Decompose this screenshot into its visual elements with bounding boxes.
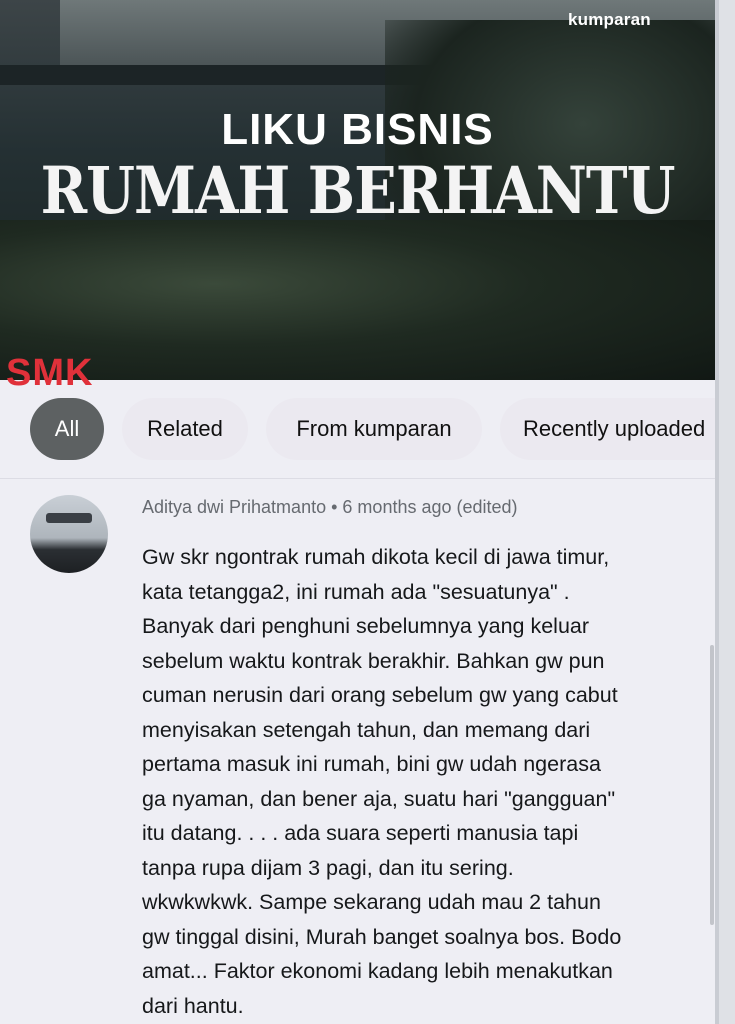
comment-line: sebelum waktu kontrak berakhir. Bahkan g… [142,648,605,673]
comment-line: ga nyaman, dan bener aja, suatu hari "ga… [142,786,616,811]
chip-related[interactable]: Related [122,398,248,460]
meta-separator: • [331,497,343,517]
chip-from-kumparan[interactable]: From kumparan [266,398,482,460]
comment-line: Gw skr ngontrak rumah dikota kecil di ja… [142,545,610,569]
comment-line: dari hantu. [142,993,244,1018]
filter-chip-bar: All Related From kumparan Recently uploa… [0,398,715,464]
chip-all[interactable]: All [30,398,104,460]
avatar[interactable] [30,495,108,573]
chip-recently-uploaded[interactable]: Recently uploaded [500,398,715,460]
brand-logo: kumparan [568,10,651,29]
comment-line: menyisakan setengah tahun, dan memang da… [142,717,591,742]
divider [0,478,715,479]
comment-body: Gw skr ngontrak rumah dikota kecil di ja… [142,540,702,1023]
comment-line: amat... Faktor ekonomi kadang lebih mena… [142,959,613,983]
comment-line: pertama masuk ini rumah, bini gw udah ng… [142,752,601,776]
comment-line: gw tinggal disini, Murah banget soalnya … [142,924,622,949]
watermark: SMK [6,352,94,394]
avatar-image-shape [46,513,92,523]
comment-meta: Aditya dwi Prihatmanto • 6 months ago (e… [142,497,518,518]
comment-author[interactable]: Aditya dwi Prihatmanto [142,497,326,517]
thumbnail-title-line1: LIKU BISNIS [221,105,494,154]
comment-time: 6 months ago (edited) [342,497,518,517]
thumbnail-foliage [0,220,715,380]
comment-scroll-thumb[interactable] [710,645,714,925]
comment-line: tanpa rupa dijam 3 pagi, dan itu sering. [142,855,514,880]
page-scrollbar[interactable] [715,0,735,1024]
thumbnail-title-line2: RUMAH BERHANTU [40,153,676,229]
comment-line: kata tetangga2, ini rumah ada "sesuatuny… [142,579,570,604]
scrollbar-edge [715,0,719,1024]
comment-line: cuman nerusin dari orang sebelum gw yang… [142,683,618,707]
video-thumbnail[interactable]: kumparan LIKU BISNIS RUMAH BERHANTU [0,0,715,380]
comment-line: wkwkwkwk. Sampe sekarang udah mau 2 tahu… [142,890,601,914]
comment-line: Banyak dari penghuni sebelumnya yang kel… [142,614,590,638]
comment-line: itu datang. . . . ada suara seperti manu… [142,821,579,845]
